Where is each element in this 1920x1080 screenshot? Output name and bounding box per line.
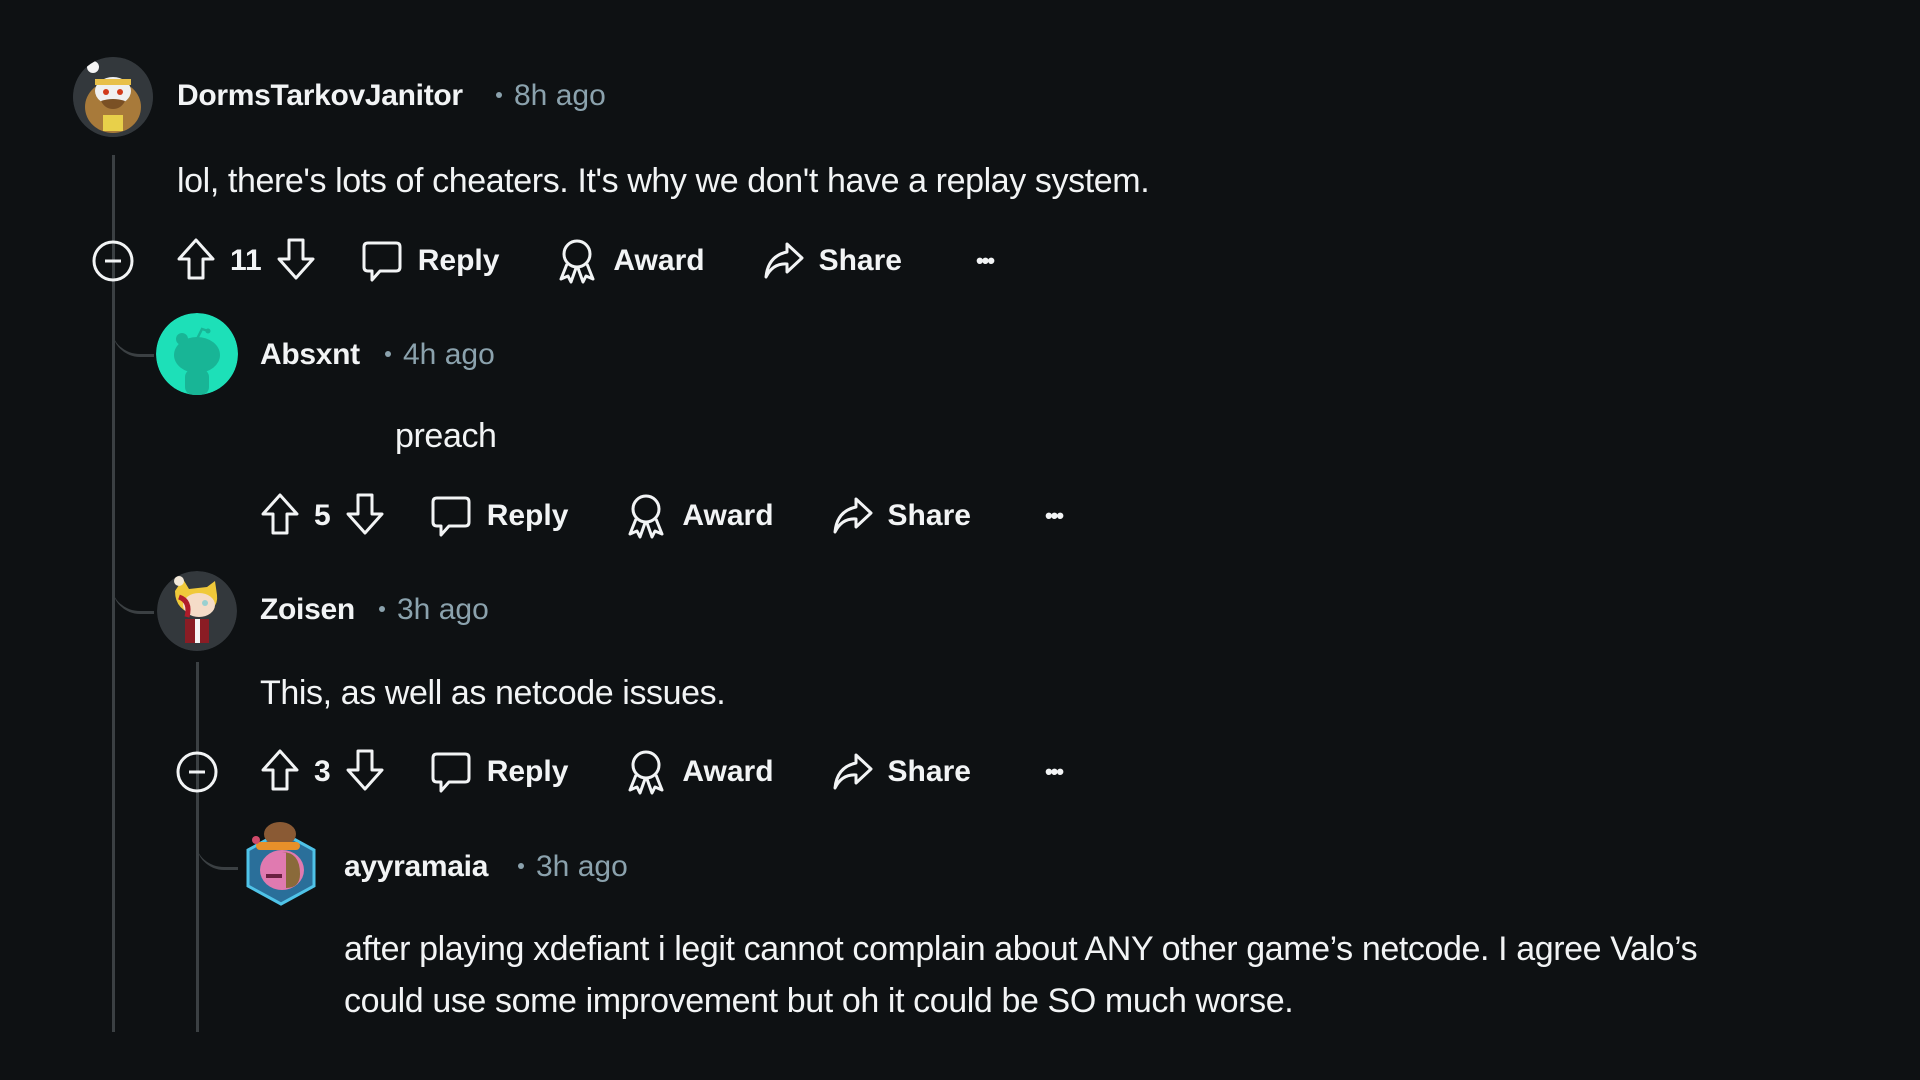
snoo-avatar-janitor-icon[interactable] (73, 57, 153, 137)
username[interactable]: DormsTarkovJanitor (177, 79, 463, 113)
comment-body-line: after playing xdefiant i legit cannot co… (344, 930, 1698, 968)
reply-icon (429, 750, 473, 794)
thread-connector (112, 547, 154, 614)
nft-hexagon-avatar-icon[interactable] (242, 818, 320, 908)
timestamp: 8h ago (496, 79, 606, 113)
username[interactable]: Zoisen (260, 593, 355, 627)
upvote-button[interactable] (260, 748, 300, 797)
more-options-button[interactable]: ••• (1044, 759, 1064, 785)
separator-dot (385, 351, 391, 358)
reply-label: Reply (486, 755, 569, 788)
reply-button[interactable]: Reply (429, 750, 569, 794)
timestamp-text: 4h ago (403, 338, 495, 371)
share-icon (830, 750, 874, 794)
more-options-icon: ••• (1044, 503, 1064, 528)
reply-button[interactable]: Reply (429, 494, 569, 538)
upvote-button[interactable] (260, 492, 300, 541)
upvote-icon (260, 492, 300, 536)
share-label: Share (887, 755, 971, 788)
separator-dot (379, 606, 385, 613)
username[interactable]: Absxnt (260, 338, 360, 372)
award-label: Award (682, 499, 774, 532)
reply-button[interactable]: Reply (360, 239, 500, 283)
comment-body: lol, there's lots of cheaters. It's why … (177, 162, 1150, 200)
comment-action-bar: 3 Reply Award Share ••• (260, 747, 1064, 797)
collapse-button[interactable] (91, 239, 135, 288)
separator-dot (518, 863, 524, 870)
downvote-icon (345, 748, 385, 792)
snoo-avatar-tiger-hood-icon[interactable] (157, 571, 237, 651)
downvote-button[interactable] (345, 492, 385, 541)
reply-label: Reply (417, 244, 500, 277)
thread-connector (196, 803, 238, 870)
reply-label: Reply (486, 499, 569, 532)
collapse-icon (175, 750, 219, 794)
username[interactable]: ayyramaia (344, 850, 488, 884)
share-label: Share (818, 244, 902, 277)
upvote-icon (176, 237, 216, 281)
collapse-button[interactable] (175, 750, 219, 799)
timestamp-text: 8h ago (514, 79, 606, 112)
thread-connector (112, 290, 154, 357)
comment-body: This, as well as netcode issues. (260, 674, 726, 712)
vote-count: 11 (230, 244, 262, 277)
more-options-icon: ••• (1044, 759, 1064, 784)
more-options-icon: ••• (975, 248, 995, 273)
separator-dot (496, 92, 502, 99)
comment-body: preach (395, 417, 497, 455)
timestamp-text: 3h ago (536, 850, 628, 883)
comment-action-bar: 11 Reply Award Share ••• (176, 236, 995, 286)
more-options-button[interactable]: ••• (975, 248, 995, 274)
timestamp-text: 3h ago (397, 593, 489, 626)
downvote-icon (345, 492, 385, 536)
share-label: Share (887, 499, 971, 532)
share-icon (830, 494, 874, 538)
vote-count: 3 (314, 755, 331, 788)
collapse-icon (91, 239, 135, 283)
share-icon (761, 239, 805, 283)
award-button[interactable]: Award (624, 492, 774, 540)
upvote-button[interactable] (176, 237, 216, 286)
award-button[interactable]: Award (555, 237, 705, 285)
downvote-icon (276, 237, 316, 281)
downvote-button[interactable] (345, 748, 385, 797)
downvote-button[interactable] (276, 237, 316, 286)
reply-icon (429, 494, 473, 538)
award-button[interactable]: Award (624, 748, 774, 796)
more-options-button[interactable]: ••• (1044, 503, 1064, 529)
comment-action-bar: 5 Reply Award Share ••• (260, 491, 1064, 541)
comment-body-line: could use some improvement but oh it cou… (344, 982, 1294, 1020)
default-snoo-avatar-icon[interactable] (156, 313, 238, 395)
share-button[interactable]: Share (761, 239, 902, 283)
award-icon (624, 492, 668, 540)
timestamp: 4h ago (385, 338, 495, 372)
timestamp: 3h ago (518, 850, 628, 884)
award-label: Award (682, 755, 774, 788)
award-icon (555, 237, 599, 285)
share-button[interactable]: Share (830, 750, 971, 794)
share-button[interactable]: Share (830, 494, 971, 538)
vote-count: 5 (314, 499, 331, 532)
award-icon (624, 748, 668, 796)
award-label: Award (613, 244, 705, 277)
timestamp: 3h ago (379, 593, 489, 627)
reply-icon (360, 239, 404, 283)
upvote-icon (260, 748, 300, 792)
